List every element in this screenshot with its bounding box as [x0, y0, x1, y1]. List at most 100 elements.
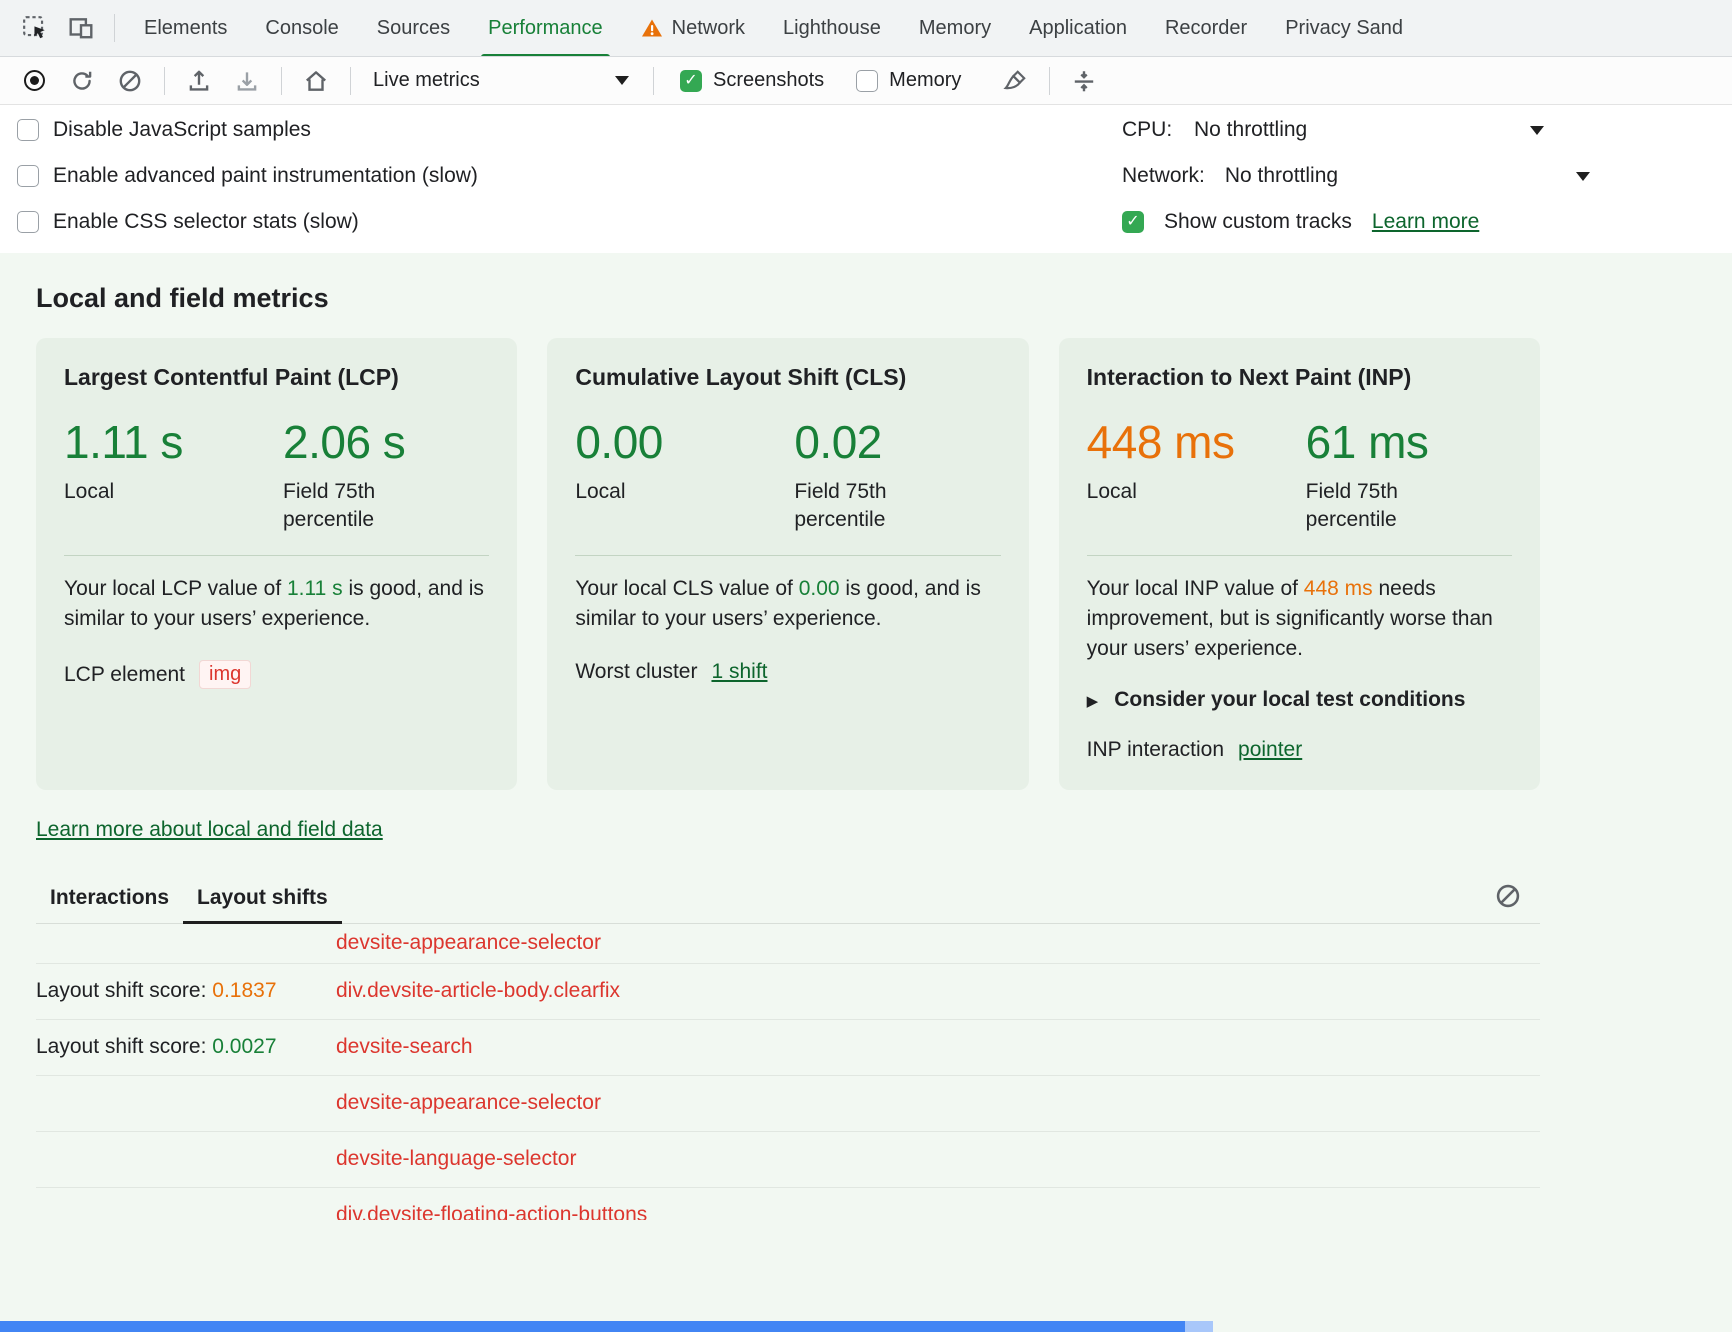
element-link[interactable]: devsite-language-selector: [336, 1147, 1540, 1171]
inp-local-metric: 448 ms Local: [1087, 415, 1306, 533]
inp-desc-value: 448 ms: [1304, 577, 1373, 600]
layout-shift-row: devsite-language-selector: [36, 1132, 1540, 1188]
tab-console[interactable]: Console: [246, 0, 357, 57]
element-link[interactable]: devsite-appearance-selector: [336, 931, 1540, 955]
inp-field-value: 61 ms: [1306, 415, 1512, 469]
shift-score-value: 0.0027: [212, 1035, 276, 1058]
page-title: Local and field metrics: [36, 283, 1540, 314]
tab-memory[interactable]: Memory: [900, 0, 1010, 57]
warning-icon: [641, 18, 663, 38]
tab-interactions[interactable]: Interactions: [36, 886, 183, 923]
vertical-align-button[interactable]: [1060, 61, 1108, 101]
tab-lighthouse[interactable]: Lighthouse: [764, 0, 900, 57]
inp-interaction-link[interactable]: pointer: [1238, 738, 1302, 762]
learn-more-link[interactable]: Learn more: [1372, 210, 1479, 234]
device-toolbar-button[interactable]: [58, 7, 104, 49]
screenshots-checkbox[interactable]: [680, 70, 702, 92]
clear-button[interactable]: [106, 61, 154, 101]
lcp-local-metric: 1.11 s Local: [64, 415, 283, 533]
cls-local-value: 0.00: [575, 415, 794, 469]
toolbar-divider: [1049, 67, 1050, 95]
memory-checkbox-label: Memory: [889, 69, 961, 92]
shift-score: Layout shift score: 0.1837: [36, 979, 336, 1003]
cpu-throttling-select[interactable]: No throttling: [1194, 118, 1544, 142]
layout-shift-row: devsite-appearance-selector: [36, 924, 1540, 964]
cls-local-metric: 0.00 Local: [575, 415, 794, 533]
layout-shift-row: devsite-appearance-selector: [36, 1076, 1540, 1132]
performance-settings: Disable JavaScript samples Enable advanc…: [0, 105, 1732, 253]
clear-icon: [117, 68, 143, 94]
css-selector-stats-checkbox[interactable]: [17, 211, 39, 233]
show-custom-tracks-checkbox[interactable]: [1122, 211, 1144, 233]
chevron-down-icon: [615, 76, 629, 85]
lcp-desc-value: 1.11 s: [287, 577, 343, 600]
tab-recorder[interactable]: Recorder: [1146, 0, 1266, 57]
advanced-paint-checkbox[interactable]: [17, 165, 39, 187]
inp-card-title: Interaction to Next Paint (INP): [1087, 364, 1512, 391]
element-link[interactable]: devsite-appearance-selector: [336, 1091, 1540, 1115]
home-button[interactable]: [292, 61, 340, 101]
record-button[interactable]: [10, 61, 58, 101]
chevron-down-icon: [1576, 172, 1590, 181]
network-throttling-select[interactable]: No throttling: [1225, 164, 1590, 188]
clear-log-button[interactable]: [1490, 878, 1526, 914]
device-toolbar-icon: [68, 15, 94, 41]
toolbar-divider: [114, 14, 115, 42]
cpu-throttling-value: No throttling: [1194, 118, 1307, 142]
collect-garbage-button[interactable]: [991, 61, 1039, 101]
inspect-element-button[interactable]: [12, 7, 58, 49]
element-link[interactable]: devsite-search: [336, 1035, 1540, 1059]
element-link[interactable]: div.devsite-floating-action-buttons: [336, 1203, 1540, 1220]
cls-description: Your local CLS value of 0.00 is good, an…: [575, 574, 1000, 634]
worst-cluster-link[interactable]: 1 shift: [711, 660, 767, 684]
cls-desc-pre: Your local CLS value of: [575, 577, 798, 600]
cls-field-metric: 0.02 Field 75th percentile: [794, 415, 1000, 533]
toolbar-divider: [350, 67, 351, 95]
worst-cluster-row: Worst cluster 1 shift: [575, 660, 1000, 684]
home-icon: [303, 68, 329, 94]
upload-icon: [186, 68, 212, 94]
cls-card: Cumulative Layout Shift (CLS) 0.00 Local…: [547, 338, 1028, 790]
live-metrics-dropdown[interactable]: Live metrics: [361, 61, 643, 101]
reload-and-record-button[interactable]: [58, 61, 106, 101]
lcp-local-value: 1.11 s: [64, 415, 283, 469]
tab-layout-shifts[interactable]: Layout shifts: [183, 886, 342, 923]
layout-shift-list: devsite-appearance-selector Layout shift…: [36, 924, 1540, 1220]
show-custom-tracks-label: Show custom tracks: [1164, 210, 1352, 234]
local-test-conditions-disclosure[interactable]: Consider your local test conditions: [1087, 688, 1512, 712]
inp-values: 448 ms Local 61 ms Field 75th percentile: [1087, 415, 1512, 533]
memory-checkbox[interactable]: [856, 70, 878, 92]
layout-shift-row: Layout shift score: 0.0027 devsite-searc…: [36, 1020, 1540, 1076]
save-profile-button[interactable]: [223, 61, 271, 101]
cls-local-label: Local: [575, 478, 725, 506]
lcp-field-label: Field 75th percentile: [283, 478, 433, 533]
screenshots-checkbox-label: Screenshots: [713, 69, 824, 92]
tab-privacy-sandbox[interactable]: Privacy Sand: [1266, 0, 1422, 57]
element-link[interactable]: div.devsite-article-body.clearfix: [336, 979, 1540, 1003]
tab-performance[interactable]: Performance: [469, 0, 622, 57]
broom-icon: [1002, 68, 1028, 94]
lcp-element-link[interactable]: img: [199, 660, 251, 689]
live-metrics-dropdown-label: Live metrics: [373, 69, 480, 92]
load-profile-button[interactable]: [175, 61, 223, 101]
tab-network[interactable]: Network: [622, 0, 764, 57]
tab-elements[interactable]: Elements: [125, 0, 246, 57]
tab-application[interactable]: Application: [1010, 0, 1146, 57]
show-custom-tracks-row: Show custom tracks Learn more: [1122, 199, 1592, 245]
card-divider: [1087, 555, 1512, 556]
record-icon: [24, 70, 45, 91]
cls-card-title: Cumulative Layout Shift (CLS): [575, 364, 1000, 391]
cls-desc-value: 0.00: [799, 577, 840, 600]
lcp-local-label: Local: [64, 478, 214, 506]
toolbar-divider: [653, 67, 654, 95]
card-divider: [64, 555, 489, 556]
reload-icon: [69, 68, 95, 94]
cls-field-value: 0.02: [794, 415, 1000, 469]
inp-field-metric: 61 ms Field 75th percentile: [1306, 415, 1512, 533]
lcp-card: Largest Contentful Paint (LCP) 1.11 s Lo…: [36, 338, 517, 790]
advanced-paint-label: Enable advanced paint instrumentation (s…: [53, 164, 478, 188]
learn-more-local-field-link[interactable]: Learn more about local and field data: [36, 818, 383, 842]
inspect-cursor-icon: [22, 15, 48, 41]
disable-js-samples-checkbox[interactable]: [17, 119, 39, 141]
tab-sources[interactable]: Sources: [358, 0, 469, 57]
